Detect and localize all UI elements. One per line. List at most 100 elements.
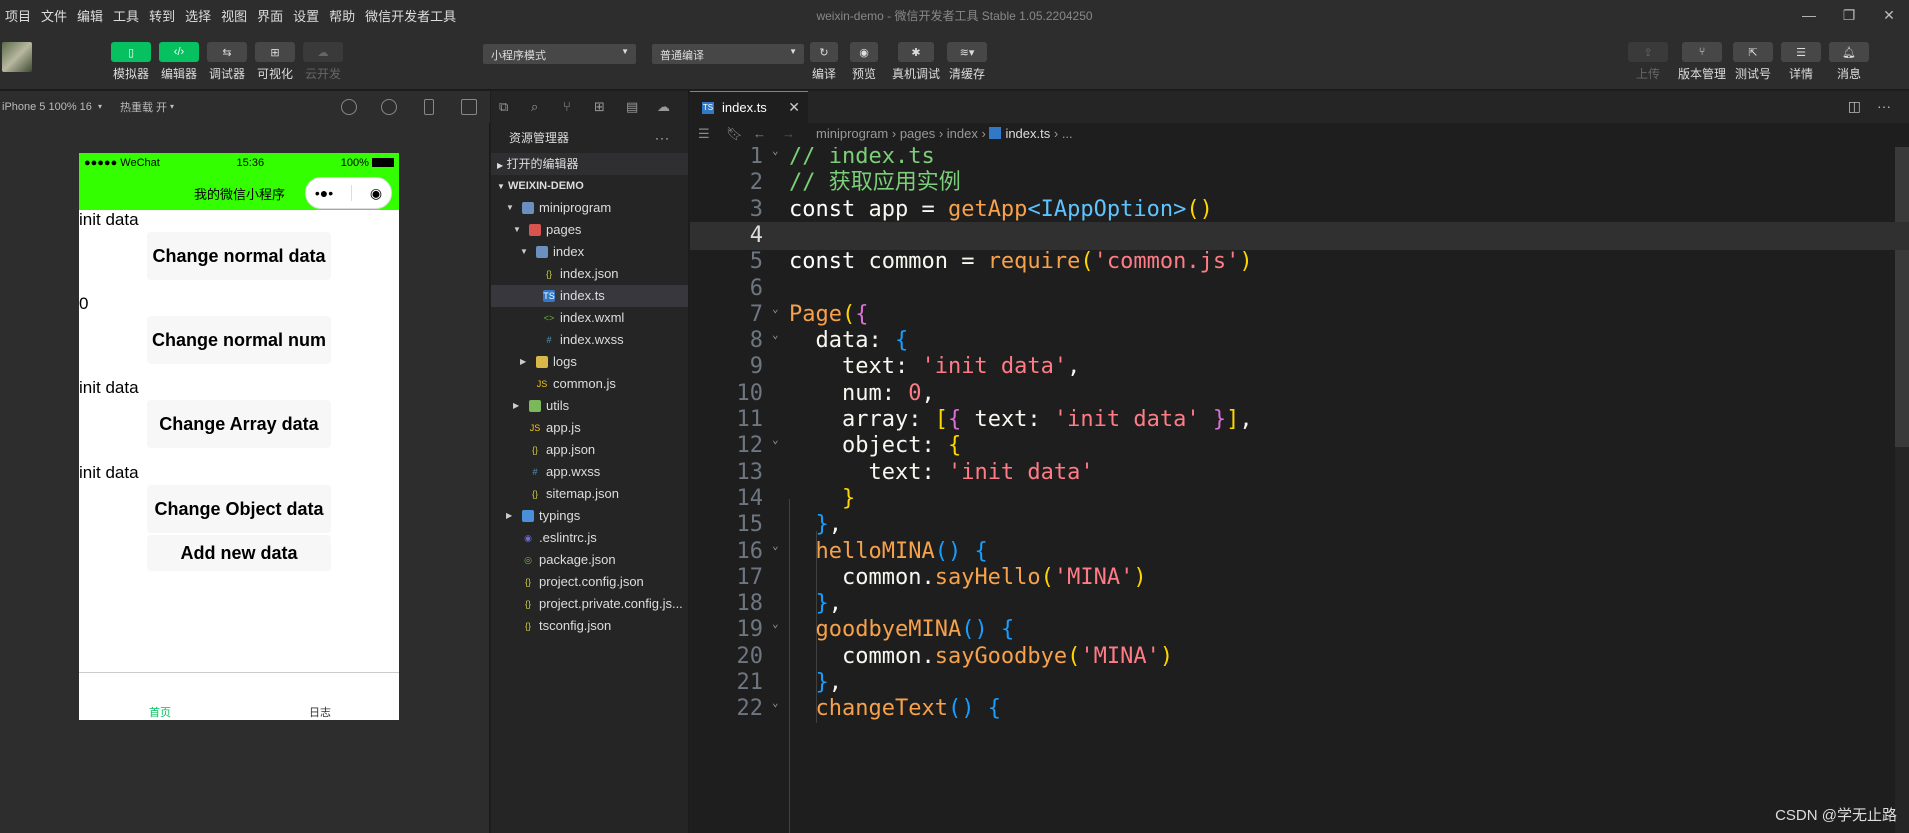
- fold-chevron-icon[interactable]: ⌄: [772, 147, 779, 165]
- more-actions-icon[interactable]: ···: [655, 123, 670, 153]
- version-button[interactable]: ⑂ 版本管理: [1678, 42, 1726, 82]
- fold-chevron-icon[interactable]: ⌄: [772, 426, 779, 454]
- window-icon[interactable]: [461, 99, 477, 115]
- rotate-icon[interactable]: [341, 99, 357, 115]
- device-icon[interactable]: [424, 99, 434, 115]
- tree-file[interactable]: <> index.wxml: [491, 307, 688, 329]
- avatar[interactable]: [2, 42, 32, 72]
- restore-icon[interactable]: ❐: [1829, 0, 1869, 30]
- code-editor[interactable]: 1 ⌄ // index.ts 2 // 获取应用实例 3 const app = getA…: [690, 147, 1909, 833]
- compile-select[interactable]: 普通编译 ▼: [652, 44, 804, 64]
- breadcrumb-item[interactable]: ...: [1062, 126, 1073, 141]
- close-icon[interactable]: ✕: [788, 99, 800, 116]
- fold-chevron-icon[interactable]: ⌄: [772, 321, 779, 349]
- menu-item[interactable]: 选择: [180, 6, 216, 25]
- details-button[interactable]: ☰ 详情: [1781, 42, 1821, 82]
- tree-file[interactable]: TS index.ts: [491, 285, 688, 307]
- outline-icon[interactable]: ▤: [626, 99, 642, 115]
- tree-file[interactable]: {} index.json: [491, 263, 688, 285]
- tree-file[interactable]: # app.wxss: [491, 461, 688, 483]
- source-control-icon[interactable]: ⑂: [563, 99, 579, 115]
- change-normal-data-button[interactable]: Change normal data: [147, 232, 331, 280]
- tree-file[interactable]: {} project.private.config.js...: [491, 593, 688, 615]
- more-icon[interactable]: •●•: [315, 185, 333, 201]
- change-array-data-button[interactable]: Change Array data: [147, 400, 331, 448]
- tree-folder[interactable]: ▶ logs: [491, 351, 688, 373]
- fold-chevron-icon[interactable]: ⌄: [772, 610, 779, 638]
- extensions-icon[interactable]: ⊞: [594, 99, 610, 115]
- menu-item[interactable]: 界面: [252, 6, 288, 25]
- preview-button[interactable]: ◉ 预览: [844, 42, 884, 82]
- tree-folder[interactable]: ▼ index: [491, 241, 688, 263]
- breadcrumb-item[interactable]: pages: [900, 126, 935, 141]
- back-icon[interactable]: ←: [753, 126, 766, 141]
- tab-home[interactable]: 首页: [149, 704, 171, 720]
- minimize-icon[interactable]: —: [1789, 0, 1829, 30]
- tree-file[interactable]: # index.wxss: [491, 329, 688, 351]
- test-account-button[interactable]: ⇱ 测试号: [1733, 42, 1773, 82]
- tab-logs[interactable]: 日志: [309, 704, 331, 720]
- more-icon[interactable]: ···: [1877, 98, 1891, 114]
- files-icon[interactable]: ⧉: [499, 99, 515, 115]
- menu-item[interactable]: 设置: [288, 6, 324, 25]
- tree-folder[interactable]: ▼ miniprogram: [491, 197, 688, 219]
- message-button[interactable]: 🔔︎ 消息: [1829, 42, 1869, 82]
- tree-file[interactable]: ◉ .eslintrc.js: [491, 527, 688, 549]
- tree-file[interactable]: {} sitemap.json: [491, 483, 688, 505]
- tree-folder[interactable]: ▼ pages: [491, 219, 688, 241]
- bookmark-icon[interactable]: 🔖︎: [726, 126, 743, 142]
- code-token: sayHello: [934, 564, 1041, 590]
- forward-icon[interactable]: →: [782, 126, 795, 141]
- tab-index-ts[interactable]: TS index.ts ✕: [690, 91, 808, 123]
- capsule-button[interactable]: •●• ◉: [305, 177, 392, 209]
- fold-chevron-icon[interactable]: ⌄: [772, 295, 779, 323]
- menu-item[interactable]: 工具: [108, 6, 144, 25]
- remote-debug-button[interactable]: ✱ 真机调试: [891, 42, 941, 82]
- upload-button[interactable]: ⇪ 上传: [1628, 42, 1668, 82]
- tree-folder[interactable]: ▶ typings: [491, 505, 688, 527]
- tree-file[interactable]: {} project.config.json: [491, 571, 688, 593]
- breadcrumb-item[interactable]: index.ts: [1005, 126, 1050, 141]
- folder-icon: [522, 202, 534, 214]
- record-icon[interactable]: [381, 99, 397, 115]
- change-object-data-button[interactable]: Change Object data: [147, 485, 331, 533]
- fold-chevron-icon[interactable]: ⌄: [772, 532, 779, 560]
- split-editor-icon[interactable]: ◫: [1848, 98, 1861, 115]
- tree-file[interactable]: {} tsconfig.json: [491, 615, 688, 637]
- simulator-button[interactable]: ▯ 模拟器: [111, 42, 151, 82]
- tree-file[interactable]: {} app.json: [491, 439, 688, 461]
- hotreload-select[interactable]: 热重载 开: [120, 99, 167, 115]
- tree-folder[interactable]: ▶ utils: [491, 395, 688, 417]
- breadcrumb-item[interactable]: miniprogram: [816, 126, 888, 141]
- device-select[interactable]: iPhone 5 100% 16: [2, 101, 92, 113]
- docker-icon[interactable]: ☁: [657, 99, 673, 115]
- close-miniprogram-icon[interactable]: ◉: [370, 185, 382, 202]
- menu-item[interactable]: 文件: [36, 6, 72, 25]
- close-window-icon[interactable]: ✕: [1869, 0, 1909, 30]
- open-editors-section[interactable]: ▶ 打开的编辑器: [491, 153, 688, 175]
- code-line: 21 },: [690, 669, 1909, 697]
- menu-item[interactable]: 微信开发者工具: [360, 6, 461, 25]
- menu-item[interactable]: 项目: [0, 6, 36, 25]
- menu-item[interactable]: 转到: [144, 6, 180, 25]
- fold-chevron-icon[interactable]: ⌄: [772, 689, 779, 717]
- add-new-data-button[interactable]: Add new data: [147, 535, 331, 571]
- mode-select[interactable]: 小程序模式 ▼: [483, 44, 636, 64]
- tree-file[interactable]: ◎ package.json: [491, 549, 688, 571]
- tree-file[interactable]: JS app.js: [491, 417, 688, 439]
- clear-cache-button[interactable]: ≋▾ 清缓存: [947, 42, 987, 82]
- cloud-button[interactable]: ☁ 云开发: [303, 42, 343, 82]
- search-icon[interactable]: ⌕: [531, 99, 547, 115]
- menu-item[interactable]: 编辑: [72, 6, 108, 25]
- menu-item[interactable]: 视图: [216, 6, 252, 25]
- compile-button[interactable]: ↻ 编译: [804, 42, 844, 82]
- visual-button[interactable]: ⊞ 可视化: [255, 42, 295, 82]
- tree-file[interactable]: JS common.js: [491, 373, 688, 395]
- change-normal-num-button[interactable]: Change normal num: [147, 316, 331, 364]
- project-section[interactable]: ▼ WEIXIN-DEMO: [491, 175, 688, 197]
- menu-item[interactable]: 帮助: [324, 6, 360, 25]
- editor-button[interactable]: ‹/› 编辑器: [159, 42, 199, 82]
- list-icon[interactable]: ☰: [698, 126, 710, 142]
- breadcrumb-item[interactable]: index: [947, 126, 978, 141]
- debugger-button[interactable]: ⇆ 调试器: [207, 42, 247, 82]
